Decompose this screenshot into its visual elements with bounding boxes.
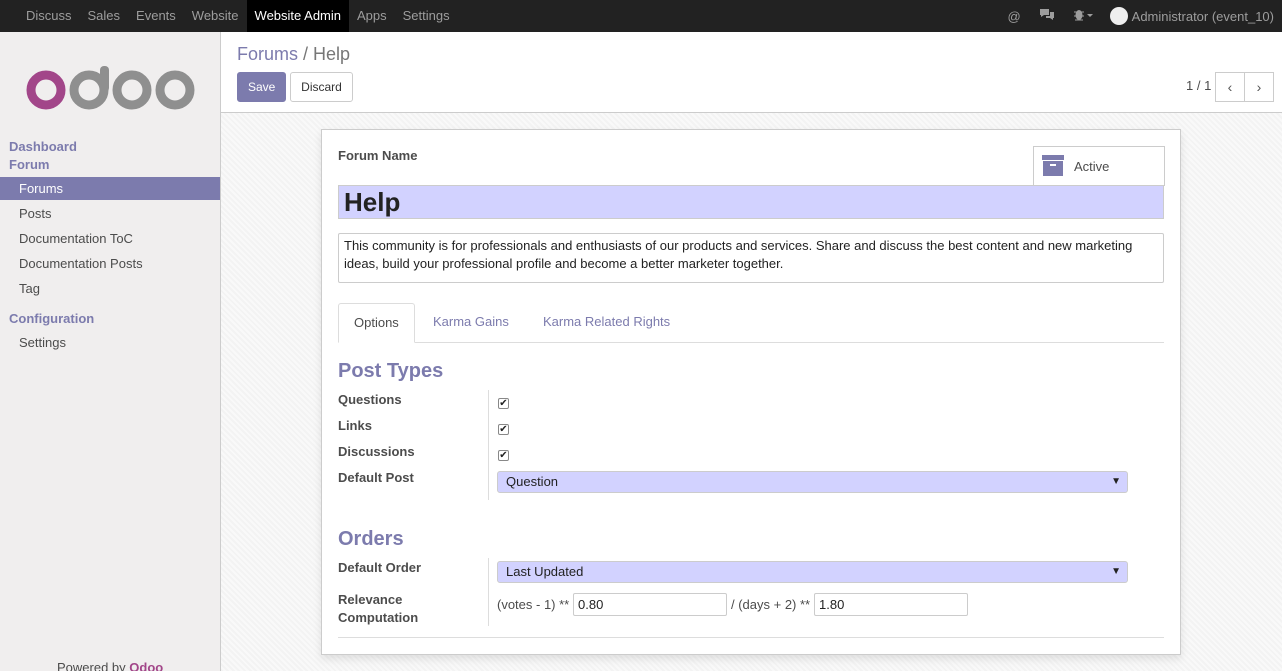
sidebar-item-posts[interactable]: Posts [0,202,220,225]
menu-sales[interactable]: Sales [80,0,129,32]
relevance-middle-text: / (days + 2) ** [731,597,811,612]
discussions-checkbox[interactable]: ✔ [498,450,509,461]
chevron-right-icon: › [1256,79,1262,95]
control-panel: Forums / Help Save Discard 1 / 1 ‹ › [221,32,1282,113]
powered-by-link[interactable]: Odoo [129,660,163,671]
caret-down-icon: ▼ [1111,566,1121,577]
relevance-votes-exponent-input[interactable]: 0.80 [573,593,727,616]
discard-button[interactable]: Discard [290,72,353,102]
save-button[interactable]: Save [237,72,286,102]
at-icon[interactable]: @ [1007,9,1020,24]
discussions-label: Discussions [338,444,415,459]
form-view: Forum Name Active Help This community is… [221,113,1282,671]
default-order-label: Default Order [338,560,422,575]
breadcrumb-separator: / [298,44,314,64]
sidebar-item-settings[interactable]: Settings [0,331,220,354]
sidebar-section-configuration: Configuration [9,311,95,326]
computation-label: Computation [338,610,419,625]
pager-next-button[interactable]: › [1244,72,1274,102]
chevron-left-icon: ‹ [1227,79,1233,95]
main-menu: Discuss Sales Events Website Website Adm… [0,0,458,32]
orders-title: Orders [338,528,404,550]
forum-name-input[interactable]: Help [338,185,1164,219]
menu-website-admin[interactable]: Website Admin [246,0,349,32]
relevance-prefix-text: (votes - 1) ** [497,597,570,612]
notebook-tabs: Options Karma Gains Karma Related Rights [338,303,1164,343]
sidebar-item-forums[interactable]: Forums [0,177,220,200]
default-post-select[interactable]: Question ▼ [497,471,1128,493]
relevance-days-exponent-input[interactable]: 1.80 [814,593,968,616]
bug-icon[interactable] [1073,8,1093,24]
menu-website[interactable]: Website [184,0,247,32]
menu-settings[interactable]: Settings [395,0,458,32]
relevance-label: Relevance [338,592,403,607]
default-post-value: Question [506,474,559,489]
links-label: Links [338,418,372,433]
user-menu[interactable]: Administrator (event_10) [1132,9,1282,24]
default-post-label: Default Post [338,470,414,485]
archive-icon [1042,155,1064,176]
post-types-title: Post Types [338,360,444,382]
form-sheet: Forum Name Active Help This community is… [321,129,1181,655]
breadcrumb-forums[interactable]: Forums [237,44,298,64]
default-order-select[interactable]: Last Updated ▼ [497,561,1128,583]
sidebar-item-tag[interactable]: Tag [0,277,220,300]
tab-options[interactable]: Options [338,303,415,343]
sidebar-item-documentation-posts[interactable]: Documentation Posts [0,252,220,275]
tab-karma-gains[interactable]: Karma Gains [418,303,524,343]
group-divider [488,390,489,500]
avatar[interactable] [1109,7,1128,25]
powered-by: Powered by Odoo [57,660,163,671]
breadcrumb: Forums / Help [237,44,350,65]
breadcrumb-current: Help [313,44,351,64]
systray: @ Administrator (event_10) [998,0,1282,32]
menu-discuss[interactable]: Discuss [18,0,80,32]
pager-previous-button[interactable]: ‹ [1215,72,1245,102]
sidebar-section-dashboard[interactable]: Dashboard [9,139,77,154]
questions-label: Questions [338,392,402,407]
group-divider [488,558,489,626]
active-label: Active [1074,159,1110,174]
sidebar-item-documentation-toc[interactable]: Documentation ToC [0,227,220,250]
sidebar-section-forum: Forum [9,157,50,172]
menu-events[interactable]: Events [128,0,184,32]
description-textarea[interactable]: This community is for professionals and … [338,233,1164,283]
menu-apps[interactable]: Apps [349,0,395,32]
links-checkbox[interactable]: ✔ [498,424,509,435]
sidebar: Dashboard Forum Forums Posts Documentati… [0,32,221,671]
questions-checkbox[interactable]: ✔ [498,398,509,409]
divider [338,637,1164,638]
caret-down-icon: ▼ [1111,476,1121,487]
powered-by-text: Powered by [57,660,130,671]
default-order-value: Last Updated [506,564,584,579]
pager-value[interactable]: 1 / 1 [1186,78,1211,93]
active-toggle-button[interactable]: Active [1033,146,1165,186]
tab-karma-related-rights[interactable]: Karma Related Rights [528,303,685,343]
odoo-logo[interactable] [26,66,196,110]
top-navbar: Discuss Sales Events Website Website Adm… [0,0,1282,32]
chat-icon[interactable] [1039,8,1055,24]
forum-name-label: Forum Name [338,148,418,163]
